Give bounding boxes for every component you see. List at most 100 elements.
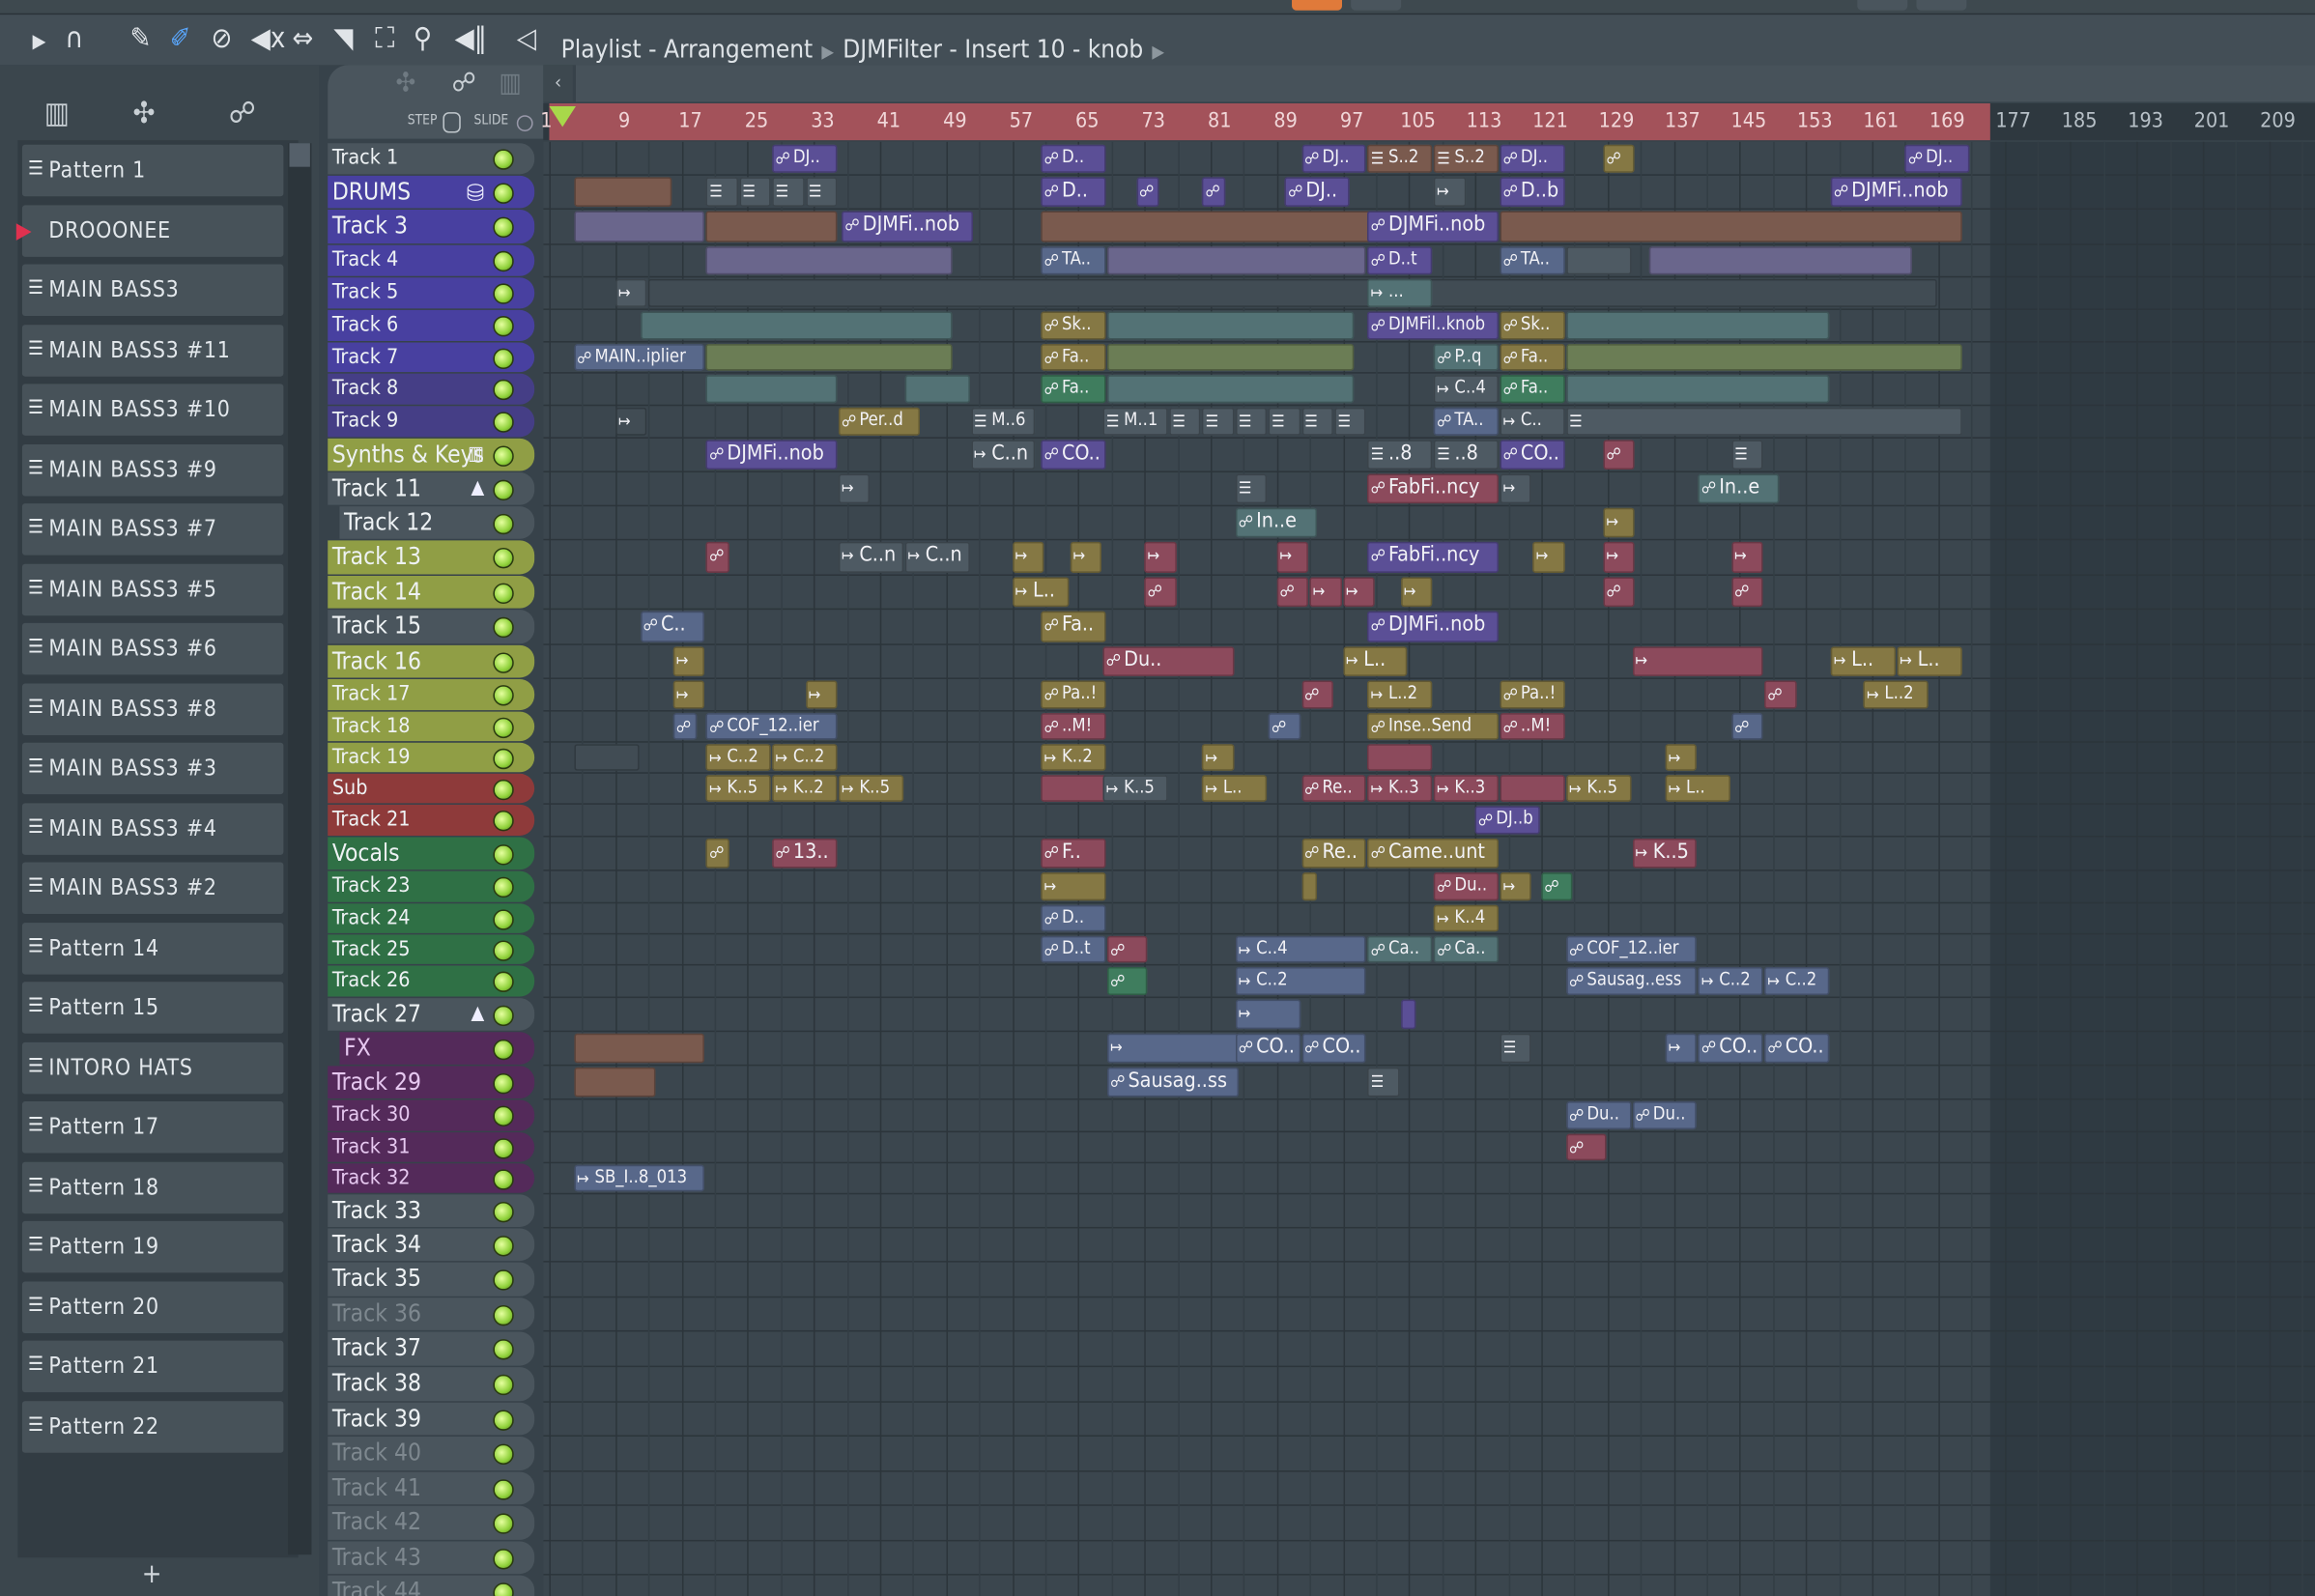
pattern-clip[interactable]: ☰ S..2 [1434,144,1499,173]
track-enable-led[interactable] [493,1409,514,1431]
collapse-overview-button[interactable]: ‹ [543,65,573,102]
automation-clip[interactable]: ☍ [1144,577,1177,608]
automation-clip[interactable]: ☍ Sk.. [1041,311,1106,340]
track-header[interactable]: Track 5 [328,277,535,309]
audio-clip[interactable] [706,246,954,275]
audio-clip[interactable]: ↦ K..3 [1367,775,1433,802]
slip-icon[interactable]: ⇔ [293,23,314,53]
automation-clip[interactable]: ☍ P..q [1434,344,1499,371]
track-enable-led[interactable] [493,1235,514,1256]
options-arrow-icon[interactable]: ▶ [33,28,46,58]
track-header[interactable]: Track 40 [328,1436,535,1471]
track-header[interactable]: Track 9 [328,406,535,438]
track-enable-led[interactable] [493,547,514,569]
track-enable-led[interactable] [493,843,514,865]
pattern-item[interactable]: ☰ Pattern 15 [21,982,284,1034]
pattern-list-scrollbar[interactable] [287,143,312,1555]
audio-clip[interactable]: ↦ L.. [1012,577,1069,608]
automation-clip[interactable]: ☍ DJ.. [772,144,838,173]
automation-clip[interactable]: ☍ Fa.. [1041,611,1106,642]
automation-clip[interactable]: ☍ [1107,966,1148,996]
audio-clip[interactable]: ↦ K..5 [706,775,771,802]
mute-icon[interactable]: ◀x [251,23,286,53]
audio-clip[interactable]: ↦ [1041,872,1106,901]
audio-clip[interactable]: ↦ [672,680,705,709]
track-enable-led[interactable] [493,716,514,738]
audio-clip[interactable]: ↦ [1309,577,1342,608]
automation-clip[interactable]: ☍ DJMFi..nob [1367,611,1499,642]
audio-clip[interactable] [1301,872,1317,901]
track-header[interactable]: Track 33 [328,1194,535,1227]
audio-clip[interactable]: ↦ C..2 [1698,966,1763,996]
track-enable-led[interactable] [493,1168,514,1189]
audio-clip[interactable]: ↦ K..5 [1632,839,1698,869]
automation-clip[interactable]: ☍ D.. [1041,144,1106,173]
automation-clip[interactable]: ☍ [1202,177,1226,207]
track-enable-led[interactable] [493,283,514,304]
audio-clip[interactable]: ↦ [1202,744,1235,771]
audio-clip[interactable]: ↦ [1400,577,1433,608]
audio-clip[interactable] [648,278,1937,307]
automation-clip[interactable]: ☍ [1135,177,1160,207]
track-enable-led[interactable] [493,1478,514,1499]
automation-clip[interactable]: ☍ MAIN..iplier [574,344,705,371]
pattern-clip[interactable]: ☰ [739,177,771,207]
track-header[interactable]: Track 34 [328,1228,535,1262]
track-enable-led[interactable] [493,651,514,673]
audio-clip[interactable]: ↦ [1731,541,1763,573]
track-enable-led[interactable] [493,216,514,239]
automation-clip[interactable]: ☍ COF_12..ier [706,713,838,740]
track-enable-led[interactable] [493,1004,514,1026]
automation-clip[interactable]: ☍ FabFi..ncy [1367,541,1499,573]
track-enable-led[interactable] [493,685,514,706]
track-header[interactable]: Track 1 [328,143,535,175]
automation-clip[interactable]: ☍ [706,541,730,573]
track-enable-led[interactable] [493,250,514,272]
audio-clip[interactable] [1500,211,1962,242]
audio-clip[interactable] [574,177,672,207]
track-enable-led[interactable] [493,1443,514,1465]
track-enable-led[interactable] [493,149,514,170]
track-header[interactable]: Track 4 [328,244,535,276]
automation-clip[interactable]: ☍ D.. [1041,177,1106,207]
automation-clip[interactable]: ☍ In..e [1698,473,1780,504]
track-header[interactable]: Sub [328,773,535,804]
audio-clip[interactable]: ↦ [614,407,647,436]
automation-clip[interactable]: ☍ [1107,935,1148,963]
track-header[interactable]: Track 15 [328,610,535,644]
pattern-item[interactable]: ▶ DROOONEE [16,204,284,257]
playhead-marker[interactable] [549,106,576,128]
pattern-clip[interactable]: ☰ M..1 [1102,407,1168,436]
track-header[interactable]: Track 24 [328,903,535,933]
pattern-item[interactable]: ☰ Pattern 17 [21,1101,284,1154]
track-enable-led[interactable] [493,1105,514,1127]
automation-clip[interactable]: ☍ Ca.. [1434,935,1499,963]
audio-clip[interactable]: ↦ [1235,999,1300,1030]
audio-clip[interactable]: ↦ K..2 [1041,744,1106,771]
track-header[interactable]: Track 6 [328,309,535,342]
pattern-clip[interactable]: ☰ [1169,407,1201,436]
pattern-item[interactable]: ☰ MAIN BASS3 #10 [21,384,284,436]
breadcrumb-target[interactable]: DJMFilter - Insert 10 - knob [843,36,1143,66]
audio-clip[interactable]: ↦... [1367,278,1433,307]
track-header[interactable]: Track 32 [328,1163,535,1193]
automation-clip[interactable]: ☍ [1268,713,1300,740]
automation-clip[interactable]: ☍ [1731,577,1763,608]
automation-clip[interactable]: ☍ TA.. [1041,246,1106,275]
automation-clip[interactable]: ☍ TA.. [1500,246,1565,275]
pattern-item[interactable]: ☰ MAIN BASS3 #3 [21,742,284,795]
audio-clip[interactable]: ↦ [838,473,871,504]
track-header[interactable]: Track 31 [328,1132,535,1162]
pattern-item[interactable]: ☰ Pattern 21 [21,1340,284,1393]
automation-clip[interactable]: ☍ D..b [1500,177,1565,207]
track-enable-led[interactable] [493,582,514,604]
audio-clip[interactable] [574,1033,705,1064]
add-pattern-button[interactable]: + [142,1559,162,1590]
automation-clip[interactable]: ☍ [1276,577,1309,608]
audio-clip[interactable]: ↦ K..2 [772,775,838,802]
audio-clip[interactable] [574,1067,656,1097]
pattern-clip[interactable]: ☰ S..2 [1367,144,1433,173]
automation-clip[interactable]: ☍ C.. [640,611,705,642]
track-enable-led[interactable] [493,513,514,534]
track-enable-led[interactable] [493,1582,514,1596]
